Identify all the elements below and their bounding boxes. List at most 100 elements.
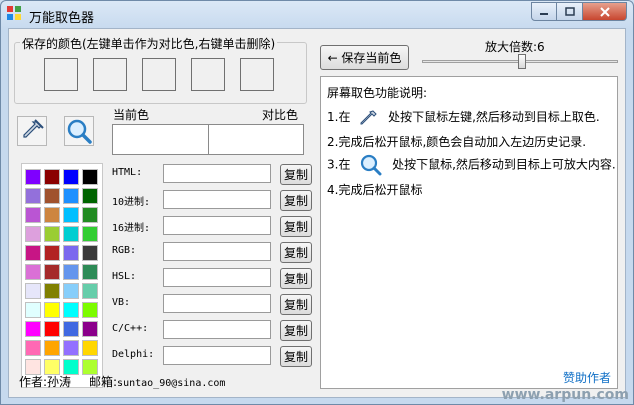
magnifier-icon [67, 119, 92, 144]
format-label: C/C++: [112, 323, 149, 334]
copy-button[interactable]: 复制 [280, 164, 312, 185]
palette-color-chip[interactable] [63, 302, 79, 318]
email-value: suntao_90@sina.com [117, 378, 226, 389]
saved-color-slot[interactable] [240, 58, 274, 91]
zoom-slider-thumb[interactable] [518, 54, 526, 69]
client-area: 保存的颜色(左键单击作为对比色,右键单击删除) ← 保存当前色 放大倍数:6 当… [8, 28, 626, 398]
palette-color-chip[interactable] [25, 340, 41, 356]
email-line: 邮箱:suntao_90@sina.com [89, 373, 225, 390]
format-label: HTML: [112, 167, 143, 178]
format-value-field[interactable] [163, 320, 271, 339]
palette-color-chip[interactable] [25, 207, 41, 223]
format-label: RGB: [112, 245, 137, 256]
color-palette [21, 163, 103, 388]
palette-color-chip[interactable] [25, 245, 41, 261]
format-value-field[interactable] [163, 216, 271, 235]
palette-color-chip[interactable] [44, 321, 60, 337]
palette-color-chip[interactable] [44, 188, 60, 204]
app-window: 万能取色器 保存的颜色(左键单击作为对比色,右键单击删除) ← 保存当前色 放大… [0, 0, 634, 405]
magnifier-icon [361, 154, 382, 176]
palette-color-chip[interactable] [44, 207, 60, 223]
eyedropper-icon [23, 119, 44, 138]
palette-color-chip[interactable] [25, 264, 41, 280]
maximize-button[interactable] [557, 2, 583, 21]
eyedropper-button[interactable] [17, 116, 47, 146]
format-label: Delphi: [112, 349, 155, 360]
copy-button[interactable]: 复制 [280, 190, 312, 211]
copy-button[interactable]: 复制 [280, 294, 312, 315]
minimize-button[interactable] [531, 2, 557, 21]
format-label: HSL: [112, 271, 137, 282]
step1-suffix: 处按下鼠标左键,然后移动到目标上取色. [388, 110, 600, 124]
compare-color-preview [208, 124, 304, 155]
palette-color-chip[interactable] [63, 226, 79, 242]
palette-color-chip[interactable] [82, 321, 98, 337]
instruction-step-2: 2.完成后松开鼠标,颜色会自动加入左边历史记录. [327, 135, 587, 149]
saved-color-slot[interactable] [93, 58, 127, 91]
format-label: 16进制: [112, 223, 151, 234]
palette-color-chip[interactable] [82, 226, 98, 242]
format-value-field[interactable] [163, 346, 271, 365]
saved-color-slot[interactable] [142, 58, 176, 91]
format-label: VB: [112, 297, 131, 308]
palette-color-chip[interactable] [82, 340, 98, 356]
title-bar[interactable]: 万能取色器 [1, 1, 633, 29]
step3-suffix: 处按下鼠标,然后移动到目标上可放大内容. [392, 157, 616, 172]
palette-color-chip[interactable] [63, 264, 79, 280]
copy-button[interactable]: 复制 [280, 216, 312, 237]
palette-color-chip[interactable] [82, 188, 98, 204]
palette-color-chip[interactable] [82, 283, 98, 299]
copy-button[interactable]: 复制 [280, 268, 312, 289]
copy-button[interactable]: 复制 [280, 320, 312, 341]
eyedropper-icon [360, 109, 377, 124]
palette-color-chip[interactable] [63, 188, 79, 204]
format-value-field[interactable] [163, 242, 271, 261]
palette-color-chip[interactable] [63, 245, 79, 261]
palette-color-chip[interactable] [63, 340, 79, 356]
palette-color-chip[interactable] [82, 169, 98, 185]
palette-color-chip[interactable] [25, 226, 41, 242]
saved-color-slot[interactable] [44, 58, 78, 91]
email-label: 邮箱: [89, 375, 118, 389]
magnifier-button[interactable] [64, 116, 94, 146]
palette-color-chip[interactable] [63, 283, 79, 299]
palette-color-chip[interactable] [44, 245, 60, 261]
palette-color-chip[interactable] [25, 188, 41, 204]
save-current-color-button[interactable]: ← 保存当前色 [320, 45, 409, 70]
palette-color-chip[interactable] [25, 169, 41, 185]
saved-color-slot[interactable] [191, 58, 225, 91]
palette-color-chip[interactable] [82, 302, 98, 318]
palette-color-chip[interactable] [44, 283, 60, 299]
palette-color-chip[interactable] [44, 264, 60, 280]
palette-color-chip[interactable] [82, 264, 98, 280]
format-value-field[interactable] [163, 294, 271, 313]
format-value-field[interactable] [163, 268, 271, 287]
format-label: 10进制: [112, 197, 151, 208]
palette-color-chip[interactable] [25, 321, 41, 337]
zoom-slider[interactable] [422, 54, 618, 69]
copy-button[interactable]: 复制 [280, 346, 312, 367]
saved-colors-label: 保存的颜色(左键单击作为对比色,右键单击删除) [20, 35, 278, 52]
close-button[interactable] [583, 2, 627, 21]
format-value-field[interactable] [163, 164, 271, 183]
palette-color-chip[interactable] [82, 207, 98, 223]
palette-color-chip[interactable] [44, 340, 60, 356]
instruction-step-4: 4.完成后松开鼠标 [327, 183, 423, 197]
watermark: www.arpun.com [501, 387, 629, 403]
instructions-panel: 屏幕取色功能说明: 1.在 处按下鼠标左键,然后移动到目标上取色. 2.完成后松… [320, 76, 618, 389]
current-color-label: 当前色 [113, 108, 150, 122]
minimize-icon [540, 12, 548, 15]
palette-color-chip[interactable] [25, 302, 41, 318]
format-value-field[interactable] [163, 190, 271, 209]
palette-color-chip[interactable] [44, 226, 60, 242]
palette-color-chip[interactable] [82, 245, 98, 261]
palette-color-chip[interactable] [63, 321, 79, 337]
instruction-step-1: 1.在 处按下鼠标左键,然后移动到目标上取色. [327, 108, 600, 127]
palette-color-chip[interactable] [44, 302, 60, 318]
palette-color-chip[interactable] [25, 283, 41, 299]
palette-color-chip[interactable] [44, 169, 60, 185]
sponsor-author-link[interactable]: 赞助作者 [563, 369, 611, 386]
palette-color-chip[interactable] [63, 169, 79, 185]
palette-color-chip[interactable] [63, 207, 79, 223]
copy-button[interactable]: 复制 [280, 242, 312, 263]
